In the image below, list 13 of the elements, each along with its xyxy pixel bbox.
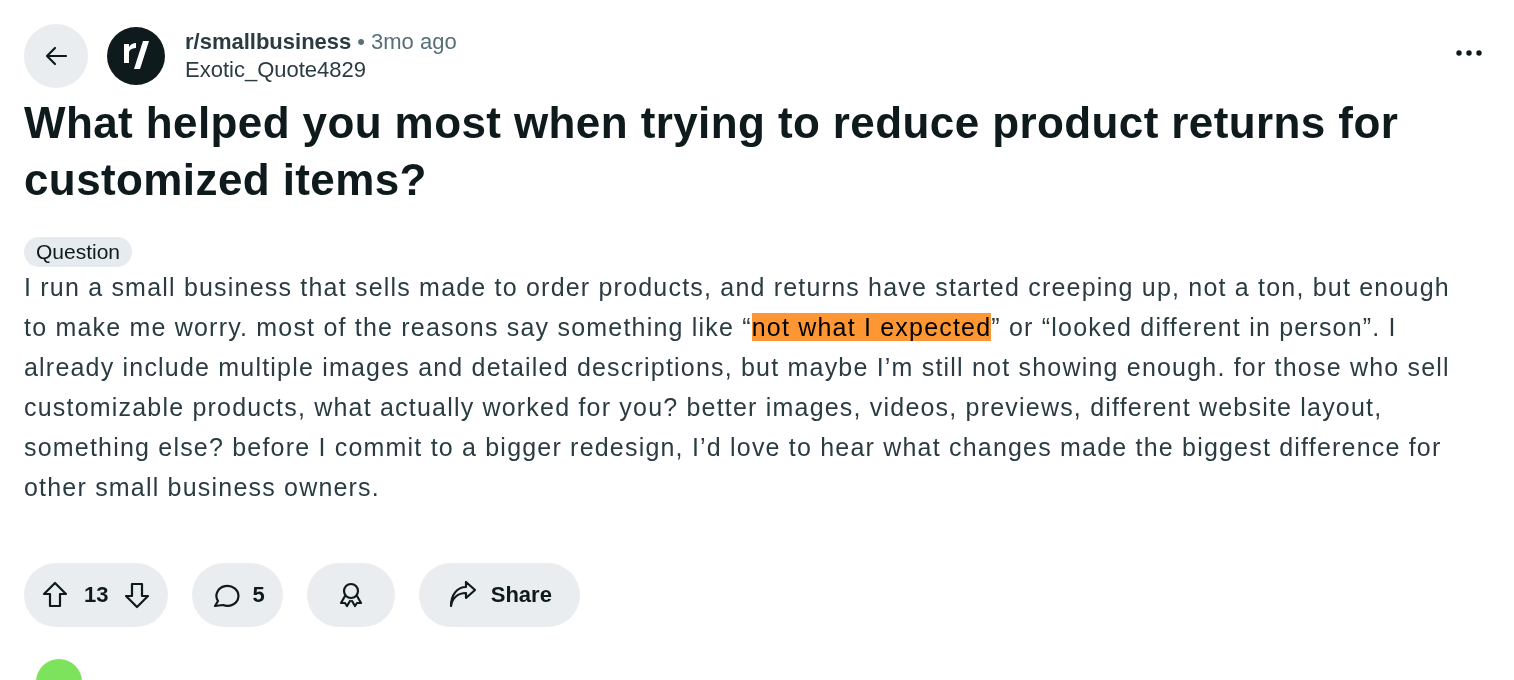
upvote-icon[interactable] xyxy=(40,580,70,610)
post-time: 3mo ago xyxy=(371,29,457,55)
community-name[interactable]: r/smallbusiness xyxy=(185,29,352,55)
post-title: What helped you most when trying to reduce product returns for customized items? xyxy=(24,97,1400,206)
post-body: I run a small business that sells made to order products, and returns have started creeping up, not a ton, but enough to make me worry. most of the reasons say something like “not what I expected” or “looked different in person”. I already include multiple images and detailed descriptions, but maybe I’m still not showing enough. for those who sell customizable products, what actually worked for you? better images, videos, previews, different website layout, something else? before I commit to a bigger redesign, I’d love to hear what changes made the biggest difference for other small business owners. xyxy=(24,272,1451,503)
flair-tag: Question xyxy=(24,237,133,267)
separator: • xyxy=(357,29,365,55)
vote-count: 13 xyxy=(84,582,109,608)
author-name[interactable]: Exotic_Quote4829 xyxy=(185,57,1452,83)
community-avatar-icon[interactable] xyxy=(107,27,165,85)
share-button[interactable]: Share xyxy=(418,563,580,627)
more-icon xyxy=(1456,50,1482,56)
comments-button[interactable]: 5 xyxy=(192,563,283,627)
